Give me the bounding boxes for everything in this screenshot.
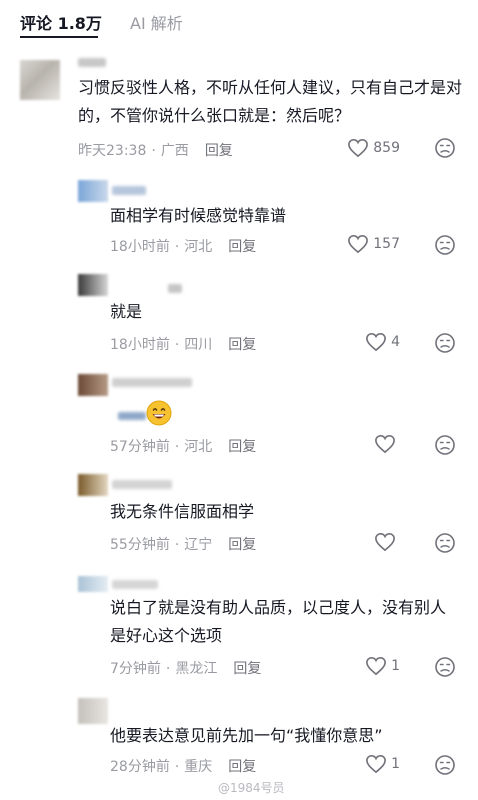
comment-meta: 57分钟前 · 河北 回复 <box>110 436 256 456</box>
tab-comments[interactable]: 评论 1.8万 <box>20 10 102 34</box>
like-button[interactable]: 4 <box>365 332 400 352</box>
comment-meta: 昨天23:38 · 广西 回复 <box>78 140 233 160</box>
username-blurred[interactable] <box>168 284 182 293</box>
heart-icon <box>348 138 369 158</box>
avatar[interactable] <box>78 374 108 396</box>
heart-icon <box>375 532 395 552</box>
reply-item: 他要表达意见前先加一句“我懂你意思” 28分钟前 · 重庆 回复 1 <box>0 694 478 780</box>
meta-separator: · <box>174 537 180 553</box>
comment-time: 28分钟前 <box>110 759 170 775</box>
meta-separator: · <box>174 759 180 775</box>
comment-item: 习惯反驳性人格，不听从任何人建议，只有自己才是对的，不管你说什么张口就是：然后呢… <box>0 52 478 168</box>
comment-location: 黑龙江 <box>175 661 218 677</box>
reply-button[interactable]: 回复 <box>228 236 256 256</box>
comment-text: 面相学有时候感觉特靠谱 <box>110 206 287 225</box>
heart-icon <box>348 234 369 254</box>
comment-meta: 18小时前 · 四川 回复 <box>110 334 256 354</box>
like-count: 1 <box>391 756 400 772</box>
like-button[interactable]: 1 <box>365 656 400 676</box>
grinning-face-emoji <box>146 400 172 426</box>
reply-item: 就是 18小时前 · 四川 回复 4 <box>0 272 478 364</box>
comment-time: 7分钟前 <box>110 661 161 677</box>
reply-button[interactable]: 回复 <box>228 756 256 776</box>
comment-location: 四川 <box>184 337 213 353</box>
comment-meta: 55分钟前 · 辽宁 回复 <box>110 534 256 554</box>
meta-separator: · <box>165 661 171 677</box>
reply-button[interactable]: 回复 <box>228 436 256 456</box>
comment-location: 河北 <box>184 239 213 255</box>
comment-tabs: 评论 1.8万 AI 解析 <box>0 0 478 44</box>
username-blurred[interactable] <box>112 378 192 387</box>
dislike-icon[interactable] <box>434 656 456 678</box>
reply-button[interactable]: 回复 <box>228 534 256 554</box>
avatar[interactable] <box>78 274 108 296</box>
like-count: 1 <box>391 658 400 674</box>
comment-time: 57分钟前 <box>110 439 170 455</box>
mention-blurred[interactable] <box>118 412 146 420</box>
comment-text: 习惯反驳性人格，不听从任何人建议，只有自己才是对的，不管你说什么张口就是：然后呢… <box>78 78 463 125</box>
comment-time: 18小时前 <box>110 337 170 353</box>
reply-button[interactable]: 回复 <box>233 658 261 678</box>
like-button[interactable]: 157 <box>347 234 400 254</box>
comment-time: 18小时前 <box>110 239 170 255</box>
heart-icon <box>366 656 386 676</box>
avatar[interactable] <box>20 60 60 100</box>
heart-icon <box>366 332 386 352</box>
username-blurred[interactable] <box>112 480 172 489</box>
meta-separator: · <box>174 239 180 255</box>
reply-item: 说白了就是没有助人品质，以己度人，没有别人是好心这个选项 7分钟前 · 黑龙江 回复 … <box>0 572 478 684</box>
avatar[interactable] <box>78 576 108 592</box>
like-button[interactable] <box>374 532 400 552</box>
like-count: 4 <box>391 334 400 350</box>
comment-location: 广西 <box>160 143 189 159</box>
like-count: 157 <box>373 236 400 252</box>
dislike-icon[interactable] <box>434 332 456 354</box>
reply-button[interactable]: 回复 <box>228 334 256 354</box>
username-blurred[interactable] <box>112 186 146 195</box>
like-count: 859 <box>373 140 400 156</box>
meta-separator: · <box>174 337 180 353</box>
comment-meta: 28分钟前 · 重庆 回复 <box>110 756 256 776</box>
dislike-icon[interactable] <box>434 754 456 776</box>
heart-icon <box>375 434 395 454</box>
reply-item: 我无条件信服面相学 55分钟前 · 辽宁 回复 <box>0 472 478 564</box>
comment-location: 辽宁 <box>184 537 213 553</box>
reply-item: 面相学有时候感觉特靠谱 18小时前 · 河北 回复 157 <box>0 178 478 270</box>
comment-time: 昨天23:38 <box>78 143 147 159</box>
like-button[interactable]: 1 <box>365 754 400 774</box>
dislike-icon[interactable] <box>434 434 456 456</box>
avatar[interactable] <box>78 180 108 202</box>
heart-icon <box>366 754 386 774</box>
reply-button[interactable]: 回复 <box>205 140 233 160</box>
comment-location: 河北 <box>184 439 213 455</box>
like-button[interactable]: 859 <box>347 138 400 158</box>
avatar[interactable] <box>78 474 108 496</box>
like-button[interactable] <box>374 434 400 454</box>
comment-time: 55分钟前 <box>110 537 170 553</box>
tab-ai-analysis[interactable]: AI 解析 <box>130 10 183 34</box>
dislike-icon[interactable] <box>434 532 456 554</box>
comment-text: 他要表达意见前先加一句“我懂你意思” <box>110 726 383 745</box>
username-blurred[interactable] <box>78 58 106 67</box>
dislike-icon[interactable] <box>434 137 456 159</box>
comment-text: 我无条件信服面相学 <box>110 502 255 521</box>
comment-location: 重庆 <box>184 759 213 775</box>
dislike-icon[interactable] <box>434 234 456 256</box>
comment-meta: 18小时前 · 河北 回复 <box>110 236 256 256</box>
username-blurred[interactable] <box>112 580 158 589</box>
avatar[interactable] <box>78 698 108 724</box>
active-tab-indicator <box>20 36 98 38</box>
reply-item: 57分钟前 · 河北 回复 <box>0 372 478 464</box>
comment-text: 就是 <box>110 302 143 321</box>
watermark: @1984号员 <box>218 781 285 795</box>
meta-separator: · <box>151 143 156 159</box>
meta-separator: · <box>174 439 180 455</box>
comment-meta: 7分钟前 · 黑龙江 回复 <box>110 658 261 678</box>
comment-text: 说白了就是没有助人品质，以己度人，没有别人是好心这个选项 <box>110 598 447 645</box>
